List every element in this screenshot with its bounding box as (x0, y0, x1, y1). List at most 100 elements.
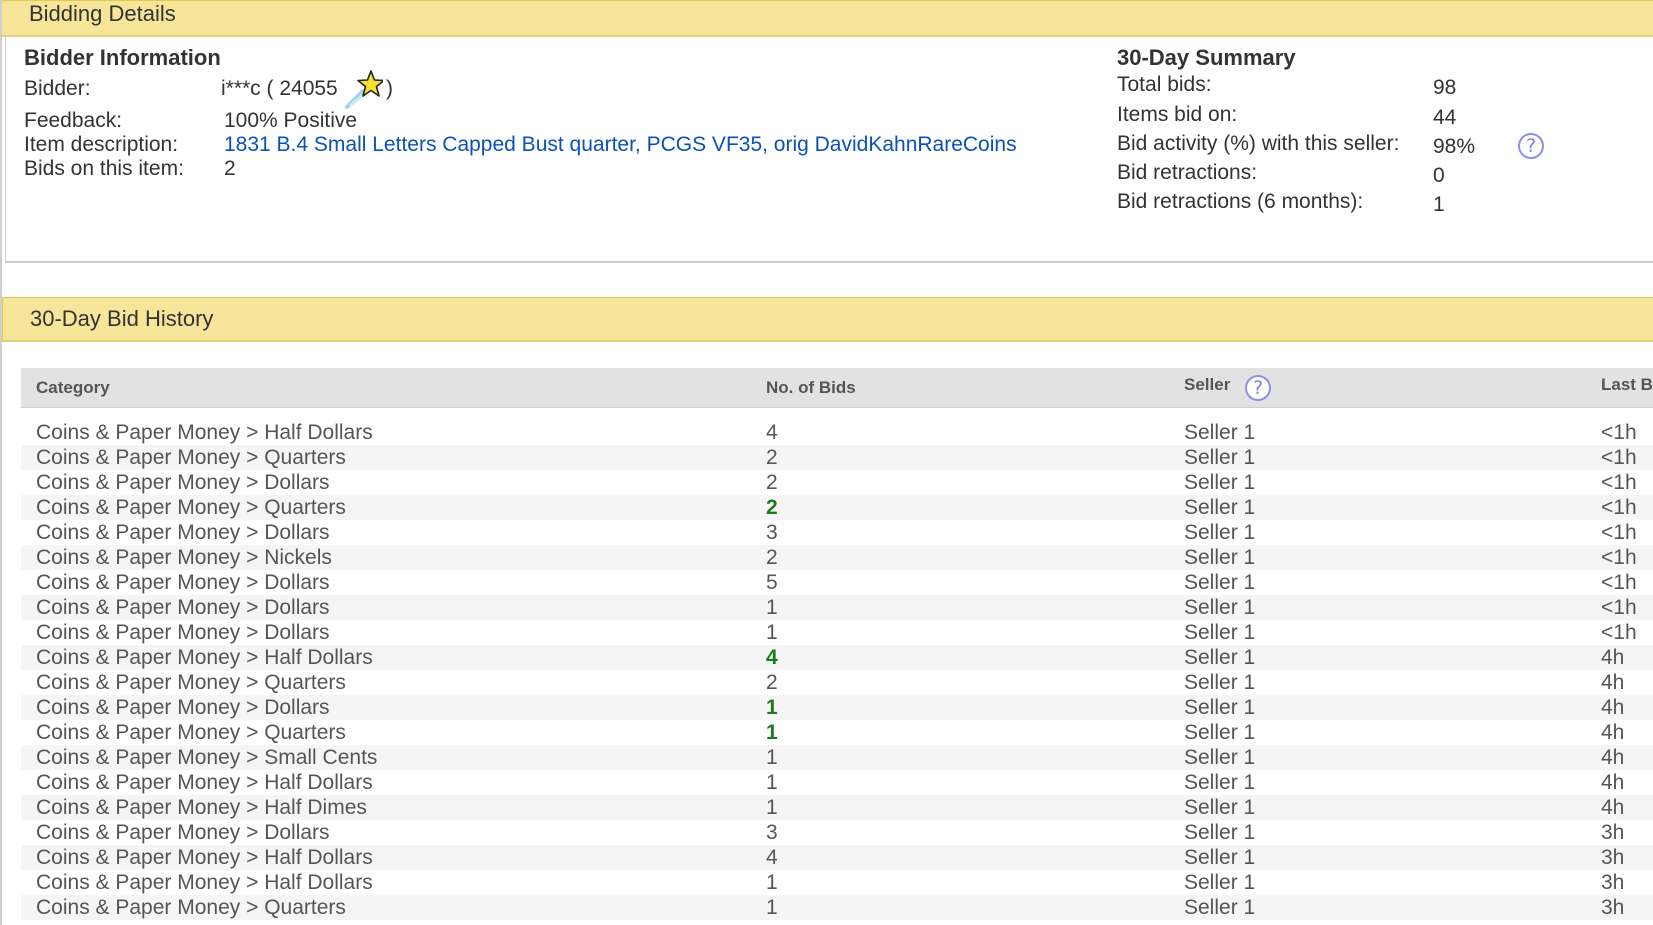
table-body: Coins & Paper Money > Half Dollars 4 Selle… (21, 420, 1653, 920)
help-icon[interactable]: ? (1245, 375, 1271, 401)
summary-value: 0 (1433, 164, 1445, 187)
bidding-details-page: Bidding Details Bidder Information Bidde… (0, 0, 1653, 925)
table-row: Coins & Paper Money > Dollars 3 Seller 1 3h (21, 820, 1653, 845)
item-description-link[interactable]: 1831 B.4 Small Letters Capped Bust quart… (224, 133, 1017, 157)
bidder-id: i***c ( 24055 (221, 77, 338, 100)
last-bid-cell: <1h (1601, 496, 1637, 519)
category-cell: Coins & Paper Money > Dollars (36, 596, 330, 619)
bids-cell: 1 (766, 796, 778, 819)
table-row: Coins & Paper Money > Half Dollars 4 Selle… (21, 845, 1653, 870)
category-cell: Coins & Paper Money > Half Dollars (36, 846, 373, 869)
column-header-last-bid[interactable]: Last B (1601, 365, 1653, 405)
seller-cell: Seller 1 (1184, 671, 1256, 694)
summary-value: 98 (1433, 76, 1457, 99)
last-bid-cell: 3h (1601, 821, 1625, 844)
bids-cell: 1 (766, 596, 778, 619)
last-bid-cell: 4h (1601, 646, 1625, 669)
last-bid-cell: <1h (1601, 621, 1637, 644)
summary-label: Total bids: (1117, 73, 1212, 96)
last-bid-cell: 3h (1601, 846, 1625, 869)
category-cell: Coins & Paper Money > Half Dollars (36, 421, 373, 444)
table-row: Coins & Paper Money > Dollars 5 Seller 1 <1… (21, 570, 1653, 595)
seller-cell: Seller 1 (1184, 446, 1256, 469)
last-bid-cell: <1h (1601, 571, 1637, 594)
last-bid-cell: 4h (1601, 696, 1625, 719)
seller-cell: Seller 1 (1184, 546, 1256, 569)
seller-cell: Seller 1 (1184, 571, 1256, 594)
last-bid-cell: <1h (1601, 521, 1637, 544)
category-cell: Coins & Paper Money > Nickels (36, 546, 332, 569)
category-cell: Coins & Paper Money > Quarters (36, 721, 346, 744)
bids-cell: 2 (766, 471, 778, 494)
feedback-value: 100% Positive (224, 109, 358, 132)
seller-cell: Seller 1 (1184, 871, 1256, 894)
table-row: Coins & Paper Money > Nickels 2 Seller 1 <1… (21, 545, 1653, 570)
table-row: Coins & Paper Money > Quarters 1 Seller 1 3… (21, 895, 1653, 920)
bids-cell: 1 (766, 721, 778, 744)
bidder-close-paren: ) (386, 77, 393, 100)
summary-label: Items bid on: (1117, 103, 1238, 126)
bids-cell: 2 (766, 671, 778, 694)
table-row: Coins & Paper Money > Half Dollars 1 Selle… (21, 870, 1653, 895)
category-cell: Coins & Paper Money > Dollars (36, 571, 330, 594)
column-header-category[interactable]: Category (36, 368, 110, 408)
summary-value: 98% (1433, 135, 1476, 158)
seller-cell: Seller 1 (1184, 521, 1256, 544)
bids-cell: 4 (766, 421, 778, 444)
bids-cell: 1 (766, 771, 778, 794)
category-cell: Coins & Paper Money > Dollars (36, 471, 330, 494)
bids-on-item-label: Bids on this item: (24, 157, 184, 180)
table-row: Coins & Paper Money > Half Dollars 4 Selle… (21, 420, 1653, 445)
bids-cell: 2 (766, 496, 778, 519)
last-bid-cell: 3h (1601, 871, 1625, 894)
last-bid-cell: <1h (1601, 546, 1637, 569)
bids-cell: 1 (766, 746, 778, 769)
bids-on-item-value: 2 (224, 157, 236, 180)
summary-value: 1 (1433, 193, 1445, 216)
table-row: Coins & Paper Money > Dollars 1 Seller 1 <1… (21, 620, 1653, 645)
bids-cell: 2 (766, 446, 778, 469)
bid-history-title: 30-Day Bid History (30, 306, 214, 331)
last-bid-cell: 4h (1601, 721, 1625, 744)
category-cell: Coins & Paper Money > Dollars (36, 621, 330, 644)
category-cell: Coins & Paper Money > Small Cents (36, 746, 378, 769)
table-row: Coins & Paper Money > Dollars 3 Seller 1 <1… (21, 520, 1653, 545)
bids-cell: 1 (766, 696, 778, 719)
seller-cell: Seller 1 (1184, 696, 1256, 719)
summary-title: 30-Day Summary (1117, 45, 1296, 70)
bidder-value: i***c ( 24055 (221, 77, 338, 101)
bids-cell: 3 (766, 821, 778, 844)
seller-cell: Seller 1 (1184, 596, 1256, 619)
details-panel: Bidder Information Bidder: i***c ( 24055… (5, 37, 1653, 263)
bids-cell: 1 (766, 896, 778, 919)
last-bid-cell: <1h (1601, 471, 1637, 494)
bidder-info-title: Bidder Information (24, 45, 221, 70)
last-bid-cell: <1h (1601, 596, 1637, 619)
seller-cell: Seller 1 (1184, 621, 1256, 644)
seller-cell: Seller 1 (1184, 421, 1256, 444)
table-row: Coins & Paper Money > Dollars 1 Seller 1 <1… (21, 595, 1653, 620)
last-bid-cell: <1h (1601, 446, 1637, 469)
table-row: Coins & Paper Money > Half Dimes 1 Seller … (21, 795, 1653, 820)
table-row: Coins & Paper Money > Small Cents 1 Seller… (21, 745, 1653, 770)
bids-cell: 4 (766, 846, 778, 869)
last-bid-cell: <1h (1601, 421, 1637, 444)
bids-cell: 2 (766, 546, 778, 569)
summary-value: 44 (1433, 106, 1457, 129)
seller-cell: Seller 1 (1184, 646, 1256, 669)
column-header-seller[interactable]: Seller (1184, 365, 1230, 405)
seller-cell: Seller 1 (1184, 896, 1256, 919)
column-header-bids[interactable]: No. of Bids (766, 368, 856, 408)
table-row: Coins & Paper Money > Quarters 2 Seller 1 <… (21, 445, 1653, 470)
help-icon[interactable]: ? (1518, 133, 1544, 159)
summary-label: Bid retractions: (1117, 161, 1258, 184)
item-description-label: Item description: (24, 133, 179, 156)
table-row: Coins & Paper Money > Quarters 1 Seller 1 4… (21, 720, 1653, 745)
feedback-label: Feedback: (24, 109, 123, 132)
category-cell: Coins & Paper Money > Half Dimes (36, 796, 367, 819)
star-icon[interactable] (341, 69, 383, 109)
bid-history-header: 30-Day Bid History (2, 297, 1653, 342)
category-cell: Coins & Paper Money > Quarters (36, 671, 346, 694)
category-cell: Coins & Paper Money > Dollars (36, 696, 330, 719)
bid-history-table: Category No. of Bids Seller ? Last B Coi… (21, 365, 1653, 920)
